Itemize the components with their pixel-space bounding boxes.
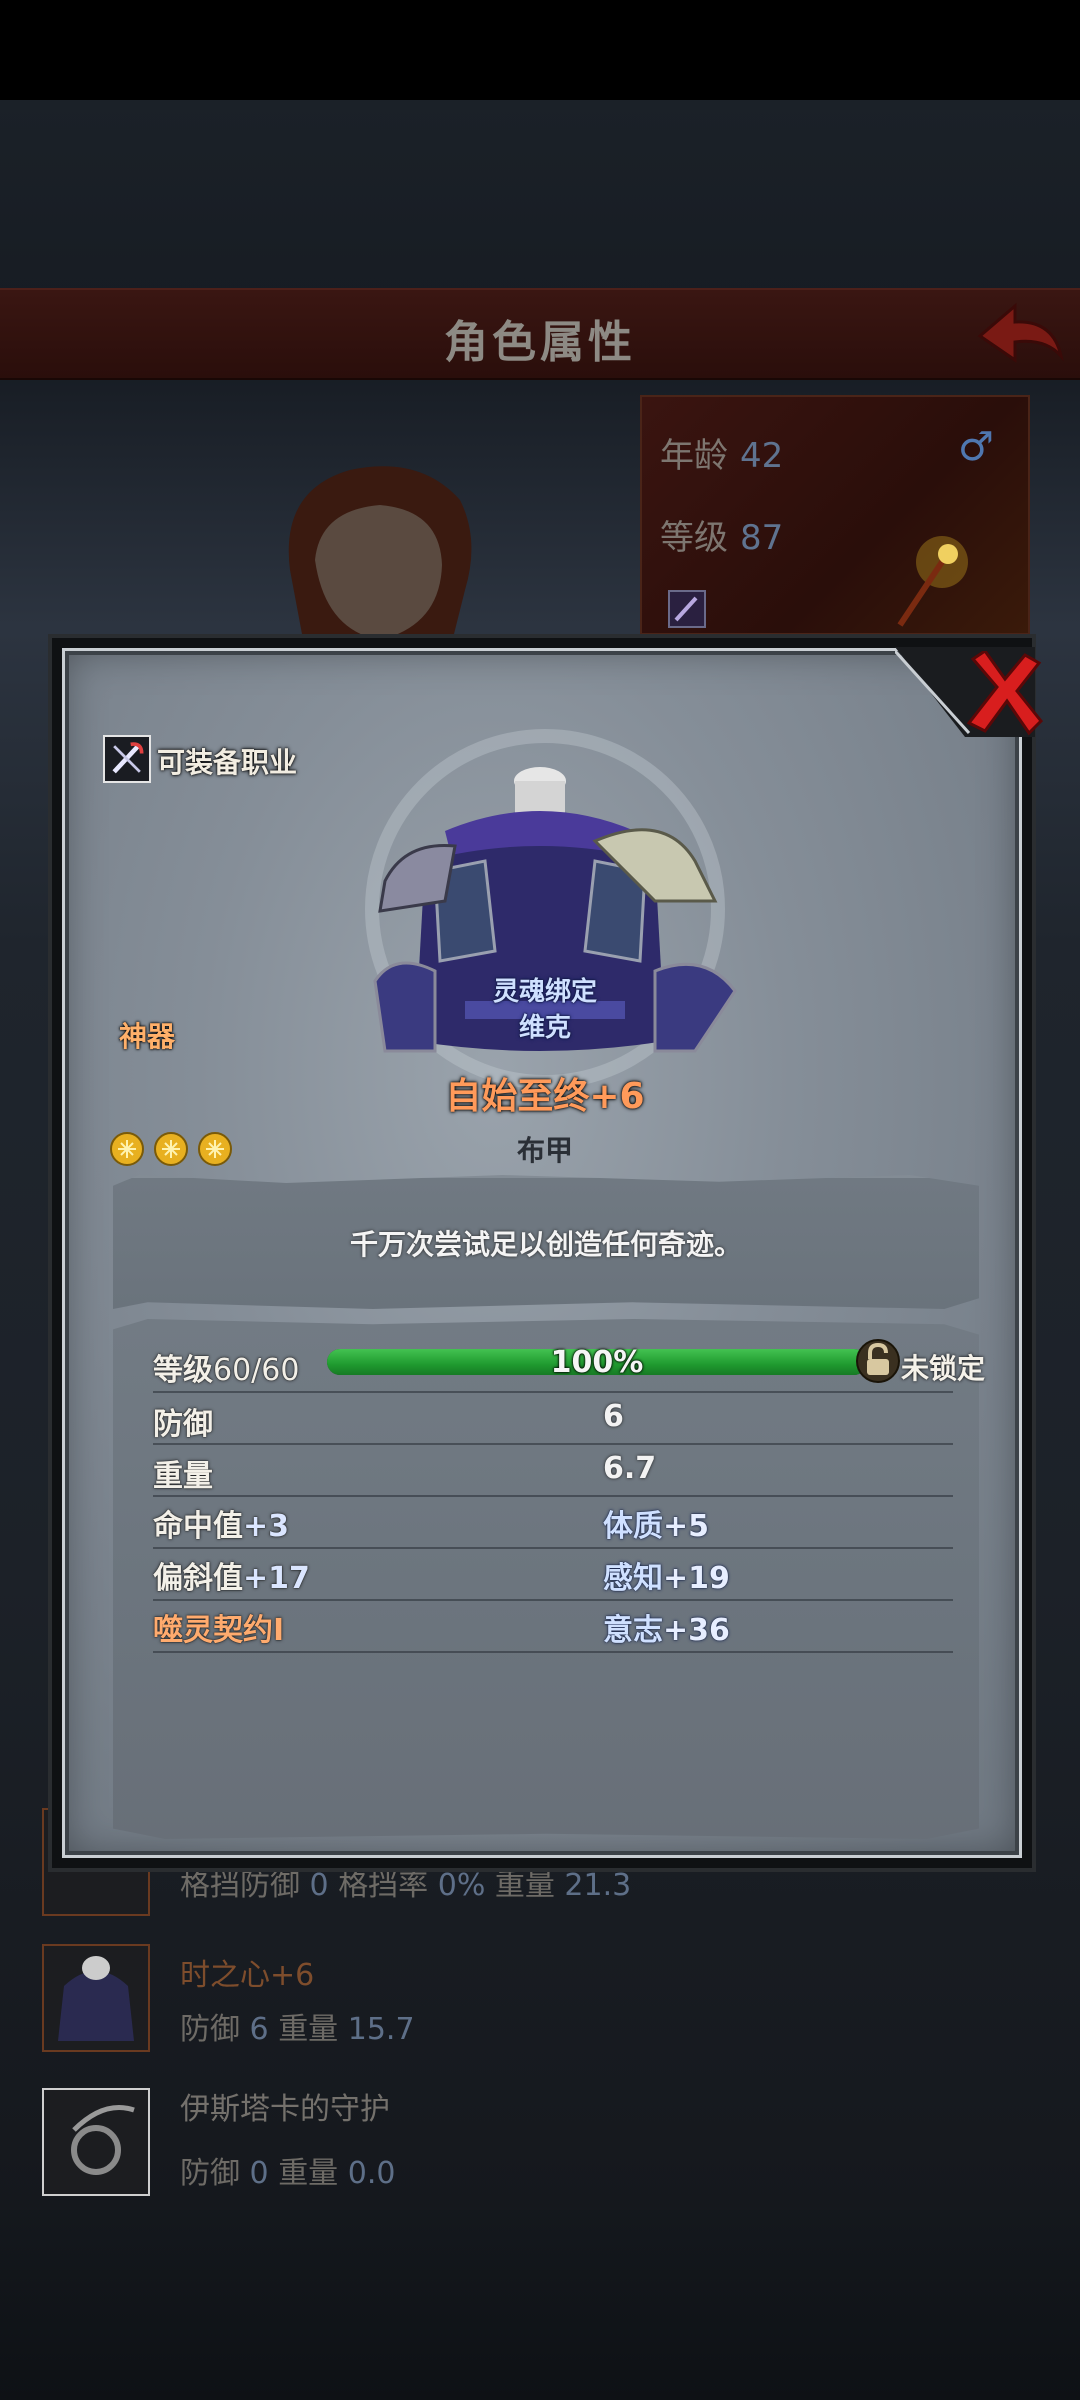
- level-row: 等级 87: [660, 510, 783, 559]
- level-label: 等级: [660, 518, 728, 558]
- character-portrait: [288, 466, 472, 650]
- item-stats: 防御 6 重量 15.7: [180, 2004, 415, 2048]
- bonus-stat-left: 偏斜值+17: [153, 1553, 310, 1597]
- stat-value: 15.7: [347, 2012, 415, 2047]
- level-value: 87: [740, 518, 784, 558]
- stat-value: 6: [249, 2012, 269, 2047]
- bonus-value: +17: [243, 1561, 310, 1596]
- star-icon: [110, 1132, 144, 1166]
- bonus-value: +5: [663, 1509, 710, 1544]
- stat-value: 0%: [437, 1868, 486, 1903]
- star-rating: [110, 1132, 232, 1166]
- item-type: 布甲: [516, 1134, 573, 1167]
- bonus-stat-right: 感知+19: [603, 1553, 730, 1597]
- item-name: 伊斯塔卡的守护: [180, 2092, 390, 2127]
- stat-label: 重量: [278, 2156, 339, 2191]
- level-value: 60/60: [213, 1353, 300, 1388]
- level-label-text: 等级: [153, 1353, 213, 1388]
- defense-value: 6: [603, 1399, 624, 1434]
- stat-value: 0.0: [347, 2156, 396, 2191]
- stat-label: 防御: [180, 2156, 240, 2191]
- dialog-panel: 可装备职业 神器 灵魂绑定 维克 自始至终+6 布甲 千万次尝试足以创造任何奇迹…: [62, 647, 1043, 1858]
- bottom-area: [0, 2210, 1080, 2400]
- soulbound-label: 灵魂绑定: [492, 977, 597, 1007]
- item-stats: 防御 0 重量 0.0: [180, 2148, 395, 2192]
- stat-label: 格挡防御: [180, 1868, 300, 1903]
- star-icon: [154, 1132, 188, 1166]
- staff-icon: [897, 536, 968, 627]
- amulet-thumb-icon: [71, 2105, 135, 2175]
- lock-icon[interactable]: [855, 1337, 901, 1385]
- age-value: 42: [740, 436, 784, 476]
- job-small-icon: [668, 590, 706, 628]
- soulbound-owner: 维克: [518, 1013, 571, 1043]
- item-detail-dialog: 可装备职业 神器 灵魂绑定 维克 自始至终+6 布甲 千万次尝试足以创造任何奇迹…: [48, 634, 1043, 1872]
- divider: [153, 1495, 953, 1497]
- stat-value: 0: [249, 2156, 269, 2191]
- item-thumbnail: [42, 2088, 150, 2196]
- bonus-label: 命中值: [153, 1509, 243, 1544]
- equipment-list-item[interactable]: 伊斯塔卡的守护 防御 0 重量 0.0: [0, 2084, 1080, 2224]
- item-description: 千万次尝试足以创造任何奇迹。: [349, 1228, 742, 1261]
- weight-label: 重量: [153, 1459, 213, 1494]
- defense-label: 防御: [153, 1407, 213, 1442]
- item-thumbnail: [42, 1944, 150, 2052]
- equippable-class-label: 可装备职业: [157, 746, 298, 779]
- page-title: 角色属性: [444, 317, 636, 368]
- divider: [153, 1547, 953, 1549]
- divider: [153, 1391, 953, 1393]
- divider: [153, 1599, 953, 1601]
- stat-label: 格挡率: [338, 1868, 429, 1903]
- bonus-stat-right: 体质+5: [603, 1501, 709, 1545]
- bonus-stat-left[interactable]: 噬灵契约I: [153, 1605, 284, 1649]
- status-bar-area: [0, 0, 1080, 100]
- male-gender-icon: ♂: [958, 424, 994, 470]
- bonus-label: 感知: [603, 1561, 663, 1596]
- lock-status[interactable]: 未锁定: [901, 1347, 985, 1387]
- stat-value: 21.3: [564, 1868, 632, 1903]
- stat-label: 防御: [180, 2012, 240, 2047]
- bonus-label: 体质: [603, 1509, 663, 1544]
- bonus-value: +3: [243, 1509, 290, 1544]
- star-icon: [198, 1132, 232, 1166]
- bonus-stat-right: 意志+36: [603, 1605, 730, 1649]
- bonus-label: 噬灵契约I: [153, 1613, 285, 1648]
- bonus-value: +36: [663, 1613, 730, 1648]
- rarity-label: 神器: [119, 1020, 176, 1053]
- age-row: 年龄 42: [660, 428, 783, 477]
- level-progress-text: 100%: [550, 1345, 644, 1380]
- stat-value: 0: [309, 1868, 329, 1903]
- equipment-list-item[interactable]: 时之心+6 防御 6 重量 15.7: [0, 1940, 1080, 2080]
- divider: [153, 1443, 953, 1445]
- back-arrow-icon[interactable]: [975, 298, 1065, 368]
- stat-label: 重量: [278, 2012, 339, 2047]
- weight-value: 6.7: [603, 1451, 657, 1486]
- bonus-label: 意志: [603, 1613, 663, 1648]
- divider: [153, 1651, 953, 1653]
- close-icon[interactable]: [963, 651, 1043, 737]
- bonus-label: 偏斜值: [153, 1561, 243, 1596]
- bonus-value: +19: [663, 1561, 730, 1596]
- stat-label: 重量: [494, 1868, 555, 1903]
- level-label: 等级60/60: [153, 1345, 299, 1389]
- item-name: 时之心+6: [180, 1958, 315, 1993]
- bonus-stat-left: 命中值+3: [153, 1501, 289, 1545]
- armor-thumb-icon: [58, 1956, 134, 2041]
- item-name: 自始至终+6: [445, 1076, 645, 1117]
- equippable-class-icon[interactable]: [103, 735, 151, 783]
- age-label: 年龄: [660, 436, 728, 476]
